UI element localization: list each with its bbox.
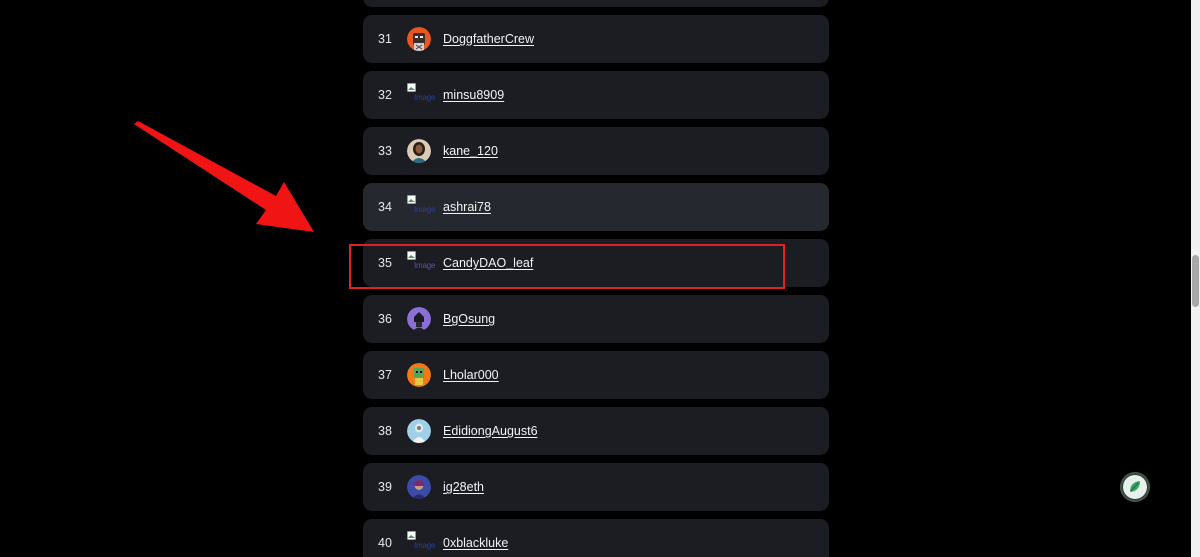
- annotation-arrow-icon: [134, 121, 314, 232]
- chat-leaf-icon: [1123, 475, 1147, 499]
- scrollbar-thumb[interactable]: [1192, 255, 1199, 307]
- floating-chat-button[interactable]: [1120, 472, 1150, 502]
- page-viewport: 31 DoggfatherCrew 32 Image minsu8909 33 …: [0, 0, 1200, 557]
- scrollbar[interactable]: [1191, 0, 1200, 557]
